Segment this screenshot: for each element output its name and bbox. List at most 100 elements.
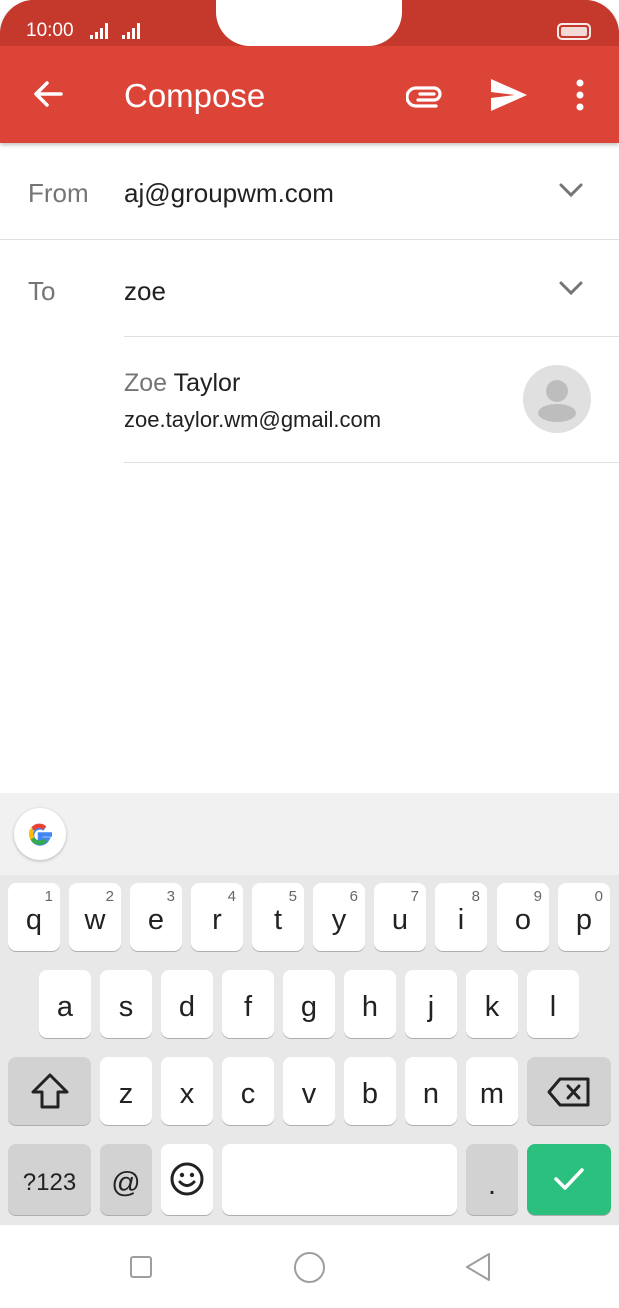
google-button[interactable] [14,808,66,860]
key-q[interactable]: 1q [8,883,60,951]
key-label: s [118,991,134,1023]
key-g[interactable]: g [283,970,335,1038]
contact-suggestion[interactable]: Zoe Taylor zoe.taylor.wm@gmail.com [0,337,619,462]
suggestion-name-rest: Taylor [167,369,241,397]
camera-notch [216,0,402,46]
keyboard: 1q 2w 3e 4r 5t 6y 7u 8i 9o 0p a s d f g … [0,875,619,1225]
key-label: h [361,991,379,1023]
emoji-key[interactable] [161,1144,213,1215]
divider [124,462,619,463]
screen: 10:00 Compose From aj@groupwm.com To zoe… [0,0,619,1308]
key-m[interactable]: m [466,1057,518,1125]
key-label: w [84,904,106,936]
back-arrow-icon[interactable] [32,78,64,110]
symbols-key[interactable]: ?123 [8,1144,91,1215]
to-label: To [28,276,56,306]
key-i[interactable]: 8i [435,883,487,951]
key-l[interactable]: l [527,970,579,1038]
key-a[interactable]: a [39,970,91,1038]
key-o[interactable]: 9o [497,883,549,951]
key-u[interactable]: 7u [374,883,426,951]
to-input[interactable]: zoe [124,276,166,307]
chevron-down-icon[interactable] [558,279,584,297]
key-label: n [422,1078,440,1110]
period-key[interactable]: . [466,1144,518,1215]
backspace-key[interactable] [527,1057,611,1125]
key-v[interactable]: v [283,1057,335,1125]
key-label: a [56,991,74,1023]
key-x[interactable]: x [161,1057,213,1125]
key-label: p [575,904,593,936]
key-label: o [514,904,532,936]
key-label: f [243,991,253,1023]
key-j[interactable]: j [405,970,457,1038]
suggestion-name: Zoe Taylor [124,369,240,398]
suggestion-name-match: Zoe [124,369,168,397]
key-c[interactable]: c [222,1057,274,1125]
shift-key[interactable] [8,1057,91,1125]
key-label: k [484,991,500,1023]
key-label: l [549,991,557,1023]
keyboard-toolbar [0,793,619,875]
key-z[interactable]: z [100,1057,152,1125]
key-s[interactable]: s [100,970,152,1038]
at-key[interactable]: @ [100,1144,152,1215]
emoji-icon [170,1162,204,1196]
key-r[interactable]: 4r [191,883,243,951]
chevron-down-icon[interactable] [558,181,584,199]
key-d[interactable]: d [161,970,213,1038]
key-n[interactable]: n [405,1057,457,1125]
key-e[interactable]: 3e [130,883,182,951]
key-label: r [212,904,222,936]
avatar [523,365,591,433]
key-label: y [331,904,347,936]
key-label: g [300,991,318,1023]
key-label: m [479,1078,505,1110]
from-row[interactable]: From aj@groupwm.com [0,143,619,240]
attach-icon[interactable] [406,80,446,108]
to-row[interactable]: To zoe [0,240,619,337]
key-k[interactable]: k [466,970,518,1038]
page-title: Compose [124,77,266,114]
suggestion-email: zoe.taylor.wm@gmail.com [124,407,382,432]
enter-key[interactable] [527,1144,611,1215]
key-w[interactable]: 2w [69,883,121,951]
key-label: b [361,1078,379,1110]
back-nav-icon[interactable] [464,1251,492,1283]
from-value[interactable]: aj@groupwm.com [124,178,334,209]
key-label: @ [111,1167,141,1199]
key-label: t [273,904,283,936]
app-bar: 10:00 Compose [0,0,619,143]
key-label: j [427,991,435,1023]
key-label: e [147,904,165,936]
google-icon [28,823,52,846]
key-label: . [487,1169,497,1201]
key-label: u [391,904,409,936]
checkmark-icon [554,1168,584,1190]
home-icon[interactable] [293,1251,326,1284]
key-f[interactable]: f [222,970,274,1038]
status-time: 10:00 [26,20,74,41]
signal-2-icon [122,23,140,39]
from-label: From [28,178,89,208]
key-b[interactable]: b [344,1057,396,1125]
backspace-icon [547,1077,590,1107]
key-p[interactable]: 0p [558,883,610,951]
person-icon [538,380,576,422]
key-label: c [240,1078,256,1110]
space-key[interactable] [222,1144,457,1215]
send-icon[interactable] [489,77,529,113]
battery-icon [557,23,591,40]
key-label: v [301,1078,317,1110]
key-y[interactable]: 6y [313,883,365,951]
key-label: x [179,1078,195,1110]
key-t[interactable]: 5t [252,883,304,951]
key-label: q [25,904,43,936]
shift-icon [31,1073,69,1109]
signal-icon [90,23,108,39]
navigation-bar [0,1225,619,1308]
key-h[interactable]: h [344,970,396,1038]
recents-icon[interactable] [129,1255,153,1279]
key-label: d [178,991,196,1023]
more-options-icon[interactable] [572,79,588,111]
